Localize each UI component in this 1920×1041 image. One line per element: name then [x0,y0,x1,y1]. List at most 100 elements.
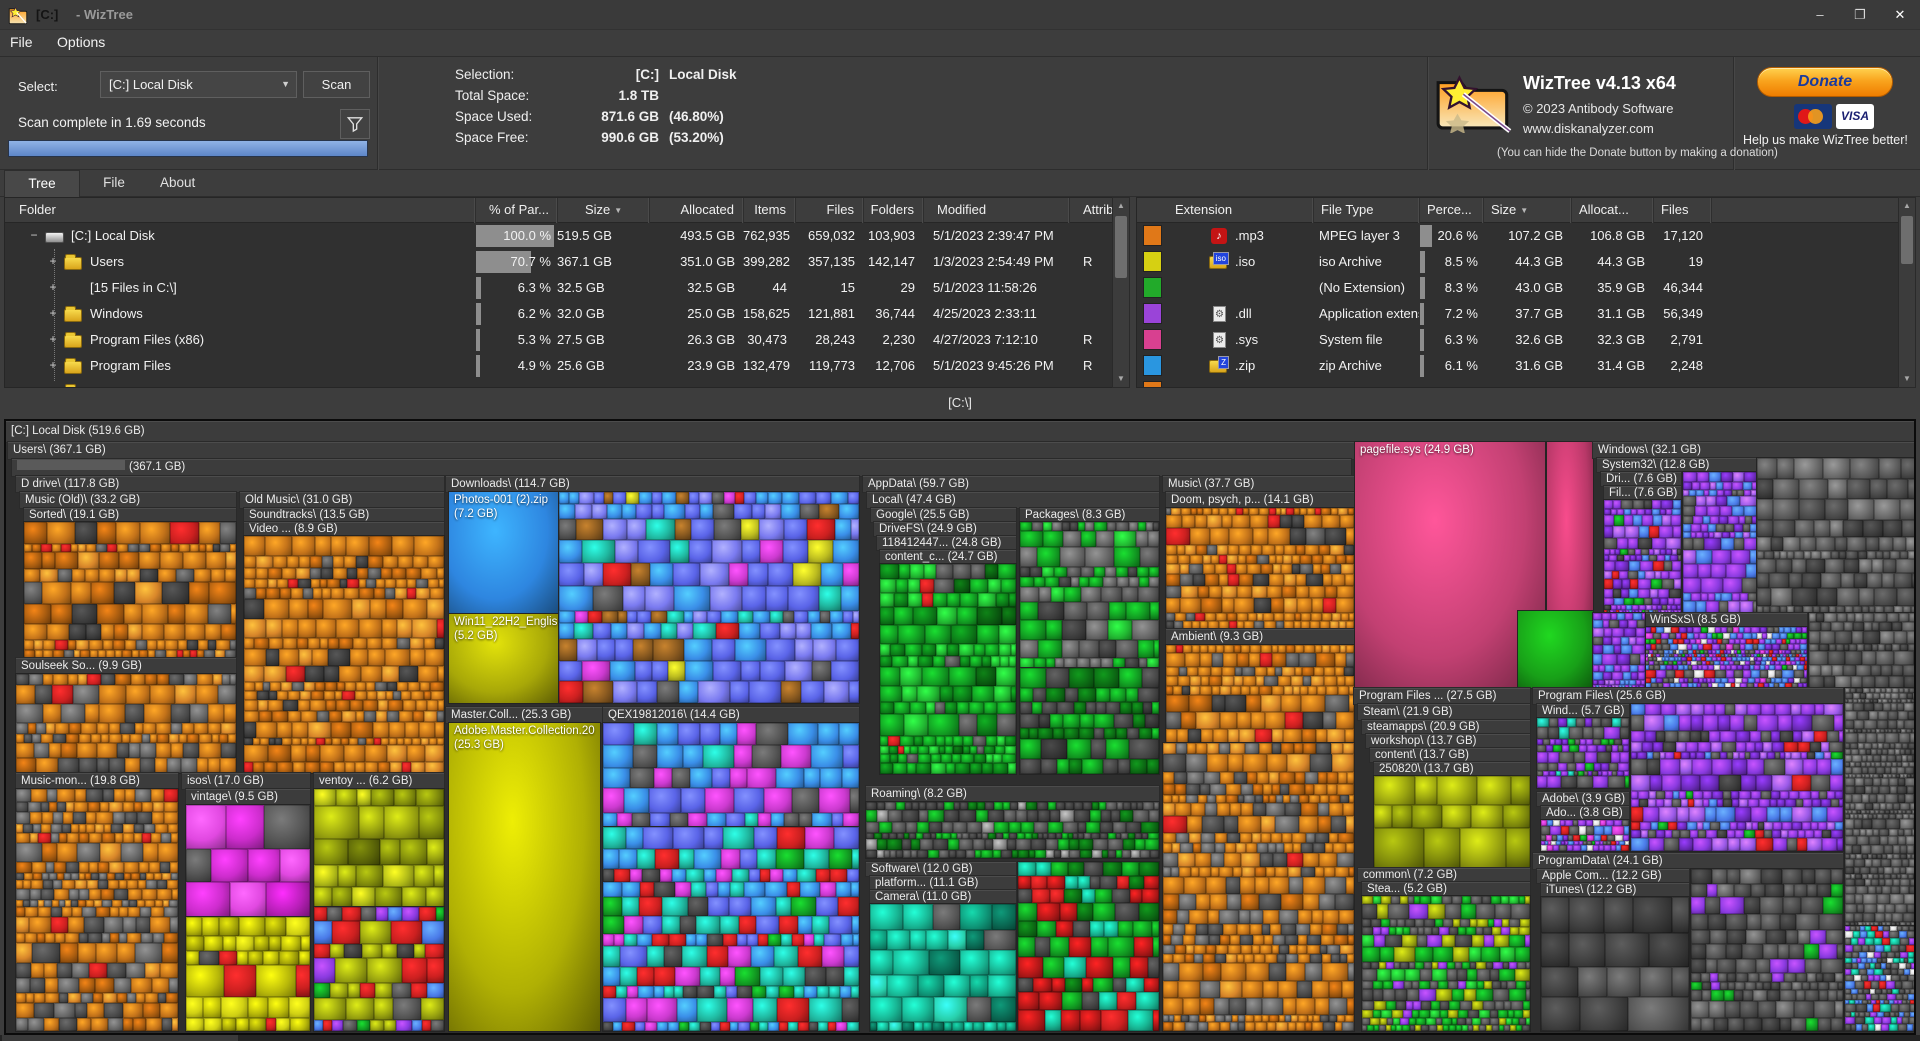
treemap-cell[interactable] [870,1022,877,1031]
treemap-cell[interactable] [28,1018,44,1031]
treemap-cell[interactable] [1283,998,1296,1015]
treemap-cell[interactable] [1020,658,1034,668]
treemap-cell[interactable] [1020,547,1037,567]
treemap-cell[interactable] [1057,702,1074,714]
treemap-cell[interactable] [1324,667,1335,676]
treemap-cell[interactable] [1885,794,1898,803]
treemap-cell[interactable] [1613,500,1621,509]
treemap-cell[interactable] [1153,1010,1159,1031]
treemap-cell[interactable] [903,850,911,858]
treemap-cell[interactable] [310,568,321,579]
extension-row[interactable]: .isoisoiso Archive8.5 %44.3 GB44.3 GB19 [1137,249,1915,275]
treemap-cell[interactable] [1725,524,1734,532]
treemap-cell[interactable] [164,933,178,943]
treemap-cell[interactable] [62,880,75,889]
treemap-cell[interactable] [120,723,135,734]
treemap-cell[interactable] [1099,992,1117,1010]
treemap-cell[interactable] [1827,791,1835,799]
treemap-cell[interactable] [1103,577,1117,587]
treemap-cell[interactable] [1255,729,1272,743]
treemap-cell[interactable] [1659,807,1677,822]
treemap-cell[interactable] [1120,702,1132,714]
treemap-cell[interactable] [411,691,424,700]
treemap-cell[interactable] [1323,598,1336,613]
treemap-cell[interactable] [391,921,422,944]
treemap-cell[interactable] [125,640,136,650]
treemap-cell[interactable] [1719,775,1741,791]
treemap-cell[interactable] [1763,742,1772,752]
treemap-cell[interactable] [1337,1015,1345,1022]
treemap-cell[interactable] [347,579,359,588]
treemap-cell[interactable] [721,611,738,623]
treemap-cell[interactable] [1794,1001,1814,1018]
treemap-mosaic-region[interactable] [866,802,1159,858]
treemap-cell[interactable] [1633,897,1672,933]
treemap-cell[interactable] [1166,621,1174,629]
treemap-cell[interactable] [150,917,170,933]
treemap-cell[interactable] [119,880,127,889]
treemap-cell[interactable] [1750,752,1760,759]
treemap-cell[interactable] [1222,515,1232,528]
treemap-cell[interactable] [1787,838,1797,851]
treemap-cell[interactable] [1323,712,1336,729]
treemap-cell[interactable] [1252,586,1267,598]
treemap-cell[interactable] [1855,894,1863,904]
treemap-cell[interactable] [1735,830,1744,838]
treemap-cell[interactable] [836,1022,847,1031]
treemap-cell[interactable] [1093,839,1108,850]
treemap-cell[interactable] [1416,1018,1426,1025]
treemap-cell[interactable] [716,869,732,882]
treemap-band[interactable]: steamapps\ (20.9 GB) [1362,720,1530,734]
treemap-cell[interactable] [1239,910,1250,924]
treemap-cell[interactable] [918,746,929,754]
treemap-cell[interactable] [352,887,375,907]
treemap-cell[interactable] [1889,829,1898,836]
treemap-cell[interactable] [1592,718,1601,727]
treemap-cell[interactable] [1707,884,1717,897]
treemap-cell[interactable] [804,768,820,788]
treemap-cell[interactable] [1585,752,1597,763]
treemap-cell[interactable] [1717,884,1734,897]
treemap-cell[interactable] [1676,704,1691,715]
treemap-cell[interactable] [1791,752,1801,759]
treemap-cell[interactable] [1658,822,1668,830]
treemap-cell[interactable] [1242,667,1255,676]
treemap-cell[interactable] [1821,959,1843,973]
treemap-cell[interactable] [95,978,114,993]
treemap-cell[interactable] [1865,803,1873,810]
treemap-cell[interactable] [1319,545,1330,555]
treemap-cell[interactable] [16,704,43,723]
treemap-cell[interactable] [151,907,164,917]
treemap-cell[interactable] [82,907,96,917]
treemap-cell[interactable] [220,522,236,544]
treemap-cell[interactable] [679,849,694,869]
treemap-cell[interactable] [282,619,298,638]
treemap-cell[interactable] [1140,547,1159,567]
treemap-cell[interactable] [1430,1010,1440,1018]
treemap-cell[interactable] [124,862,139,873]
treemap-cell[interactable] [1603,637,1612,645]
treemap-cell[interactable] [1225,1015,1232,1022]
treemap-cell[interactable] [1482,896,1491,904]
treemap-cell[interactable] [44,963,57,978]
treemap-cell[interactable] [1852,631,1863,644]
treemap-cell[interactable] [926,702,935,714]
treemap-cell[interactable] [1163,784,1175,795]
treemap-cell[interactable] [908,579,920,593]
treemap-cell[interactable] [1327,784,1337,795]
treemap-cell[interactable] [1166,528,1190,545]
treemap-cell[interactable] [1221,963,1246,981]
treemap-cell[interactable] [171,833,178,843]
treemap-cell[interactable] [880,763,893,774]
treemap-cell[interactable] [116,522,140,544]
treemap-mosaic-region[interactable] [1163,743,1354,1031]
treemap-cell[interactable] [1200,621,1208,629]
treemap-cell[interactable] [1269,574,1284,586]
treemap-cell[interactable] [1727,973,1736,982]
treemap-cell[interactable] [1176,645,1183,653]
treemap-cell[interactable] [847,1022,859,1031]
treemap-cell[interactable] [1731,791,1739,799]
treemap-cell[interactable] [1915,867,1916,874]
treemap-cell[interactable] [1327,945,1340,954]
treemap-cell[interactable] [1847,479,1870,499]
